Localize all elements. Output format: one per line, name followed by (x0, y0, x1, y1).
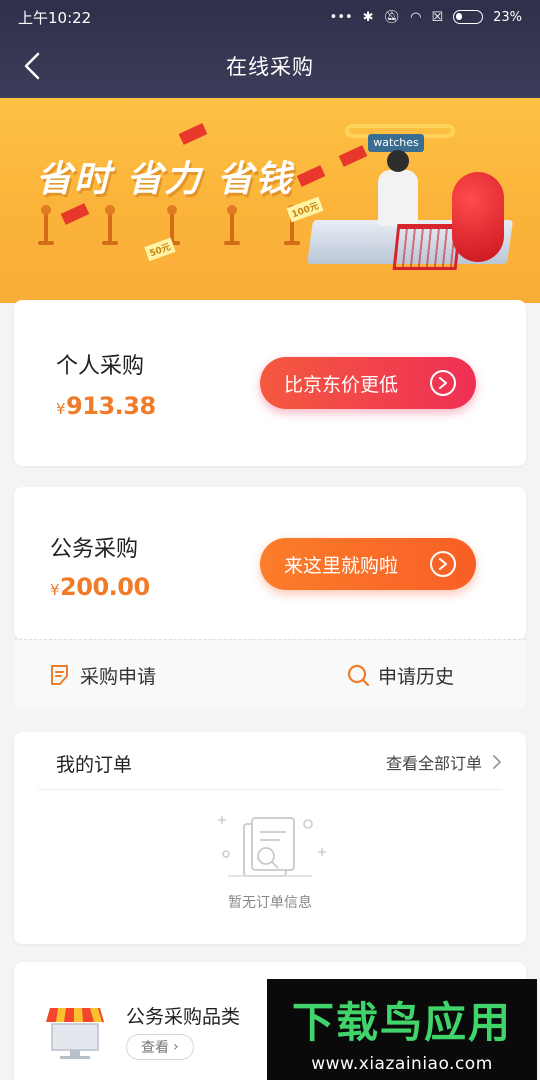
my-orders-title: 我的订单 (56, 754, 133, 776)
personal-amount: ¥913.38 (56, 392, 156, 420)
ticket-decoration (338, 145, 368, 167)
app-header: 在线采购 (0, 34, 540, 98)
search-icon (347, 664, 370, 687)
top-bar: 上午10:22 ••• ✱ 🔕︎ ◠ ☒ 23% 在线采购 (0, 0, 540, 98)
apply-history-label: 申请历史 (378, 665, 455, 688)
purchase-actions-row: 采购申请 申请历史 (14, 639, 526, 709)
wifi-icon: ◠ (410, 9, 422, 25)
purchase-apply-button[interactable]: 采购申请 (48, 640, 156, 710)
page-title: 在线采购 (226, 55, 314, 79)
sim-icon: ☒ (431, 9, 444, 25)
category-title: 公务采购品类 (126, 1006, 241, 1028)
banner-slogan: 省时 省力 省钱 (36, 159, 294, 200)
battery-icon (453, 10, 484, 24)
chevron-right-icon (493, 755, 501, 769)
back-arrow-icon (24, 52, 40, 80)
business-purchase-label: 公务采购 (50, 537, 139, 562)
chevron-right-icon (430, 551, 456, 577)
empty-orders-icon (218, 816, 326, 877)
status-time: 上午10:22 (18, 8, 92, 27)
battery-percent: 23% (493, 9, 522, 25)
barrier-post (38, 205, 54, 245)
ticket-decoration (296, 165, 326, 187)
storefront-icon (46, 1008, 104, 1059)
watermark-title: 下载鸟应用 (291, 998, 512, 1047)
my-orders-card: 我的订单 查看全部订单 暂无订单信息 (14, 732, 526, 944)
business-cta-label: 来这里就购啦 (284, 554, 399, 577)
back-button[interactable] (14, 48, 50, 84)
status-bar: 上午10:22 ••• ✱ 🔕︎ ◠ ☒ 23% (0, 0, 540, 34)
shopkeeper-illustration (378, 150, 418, 226)
bluetooth-icon: ✱ (362, 9, 374, 25)
ticket-decoration (178, 123, 208, 145)
view-category-label: 查看 (141, 1040, 169, 1056)
watermark-overlay: 下载鸟应用 www.xiazainiao.com (267, 979, 537, 1080)
business-purchase-button[interactable]: 来这里就购啦 (260, 538, 476, 590)
business-purchase-card: 公务采购 ¥200.00 来这里就购啦 (14, 487, 526, 639)
status-icons: ••• ✱ 🔕︎ ◠ ☒ 23% (330, 10, 522, 25)
personal-purchase-button[interactable]: 比京东价更低 (260, 357, 476, 409)
personal-purchase-card: 个人采购 ¥913.38 比京东价更低 (14, 300, 526, 466)
personal-amount-value: 913.38 (66, 392, 156, 420)
form-edit-icon (51, 665, 68, 685)
promo-banner[interactable]: 省时 省力 省钱 100元 50元 watches (0, 98, 540, 303)
watermark-url: www.xiazainiao.com (311, 1054, 493, 1074)
currency-symbol: ¥ (50, 581, 60, 599)
personal-cta-label: 比京东价更低 (284, 373, 399, 396)
view-category-button[interactable]: 查看 › (126, 1034, 194, 1060)
personal-purchase-label: 个人采购 (56, 354, 145, 379)
view-all-orders-label: 查看全部订单 (385, 754, 482, 773)
coupon-50-tag: 50元 (144, 237, 176, 262)
more-dots-icon: ••• (329, 9, 353, 25)
ticket-decoration (60, 203, 90, 225)
chevron-right-icon (430, 370, 456, 396)
barrier-post (102, 205, 118, 245)
red-mascot-illustration (452, 172, 504, 262)
purchase-apply-label: 采购申请 (80, 665, 157, 688)
currency-symbol: ¥ (56, 400, 66, 418)
barrier-post (224, 205, 240, 245)
mute-icon: 🔕︎ (383, 9, 401, 25)
business-amount-value: 200.00 (60, 573, 150, 601)
empty-orders-text: 暂无订单信息 (228, 895, 312, 911)
chevron-right-icon: › (173, 1039, 179, 1055)
business-amount: ¥200.00 (50, 573, 150, 601)
view-all-orders-link[interactable]: 查看全部订单 (386, 750, 502, 774)
divider (38, 789, 502, 790)
apply-history-button[interactable]: 申请历史 (346, 640, 454, 710)
